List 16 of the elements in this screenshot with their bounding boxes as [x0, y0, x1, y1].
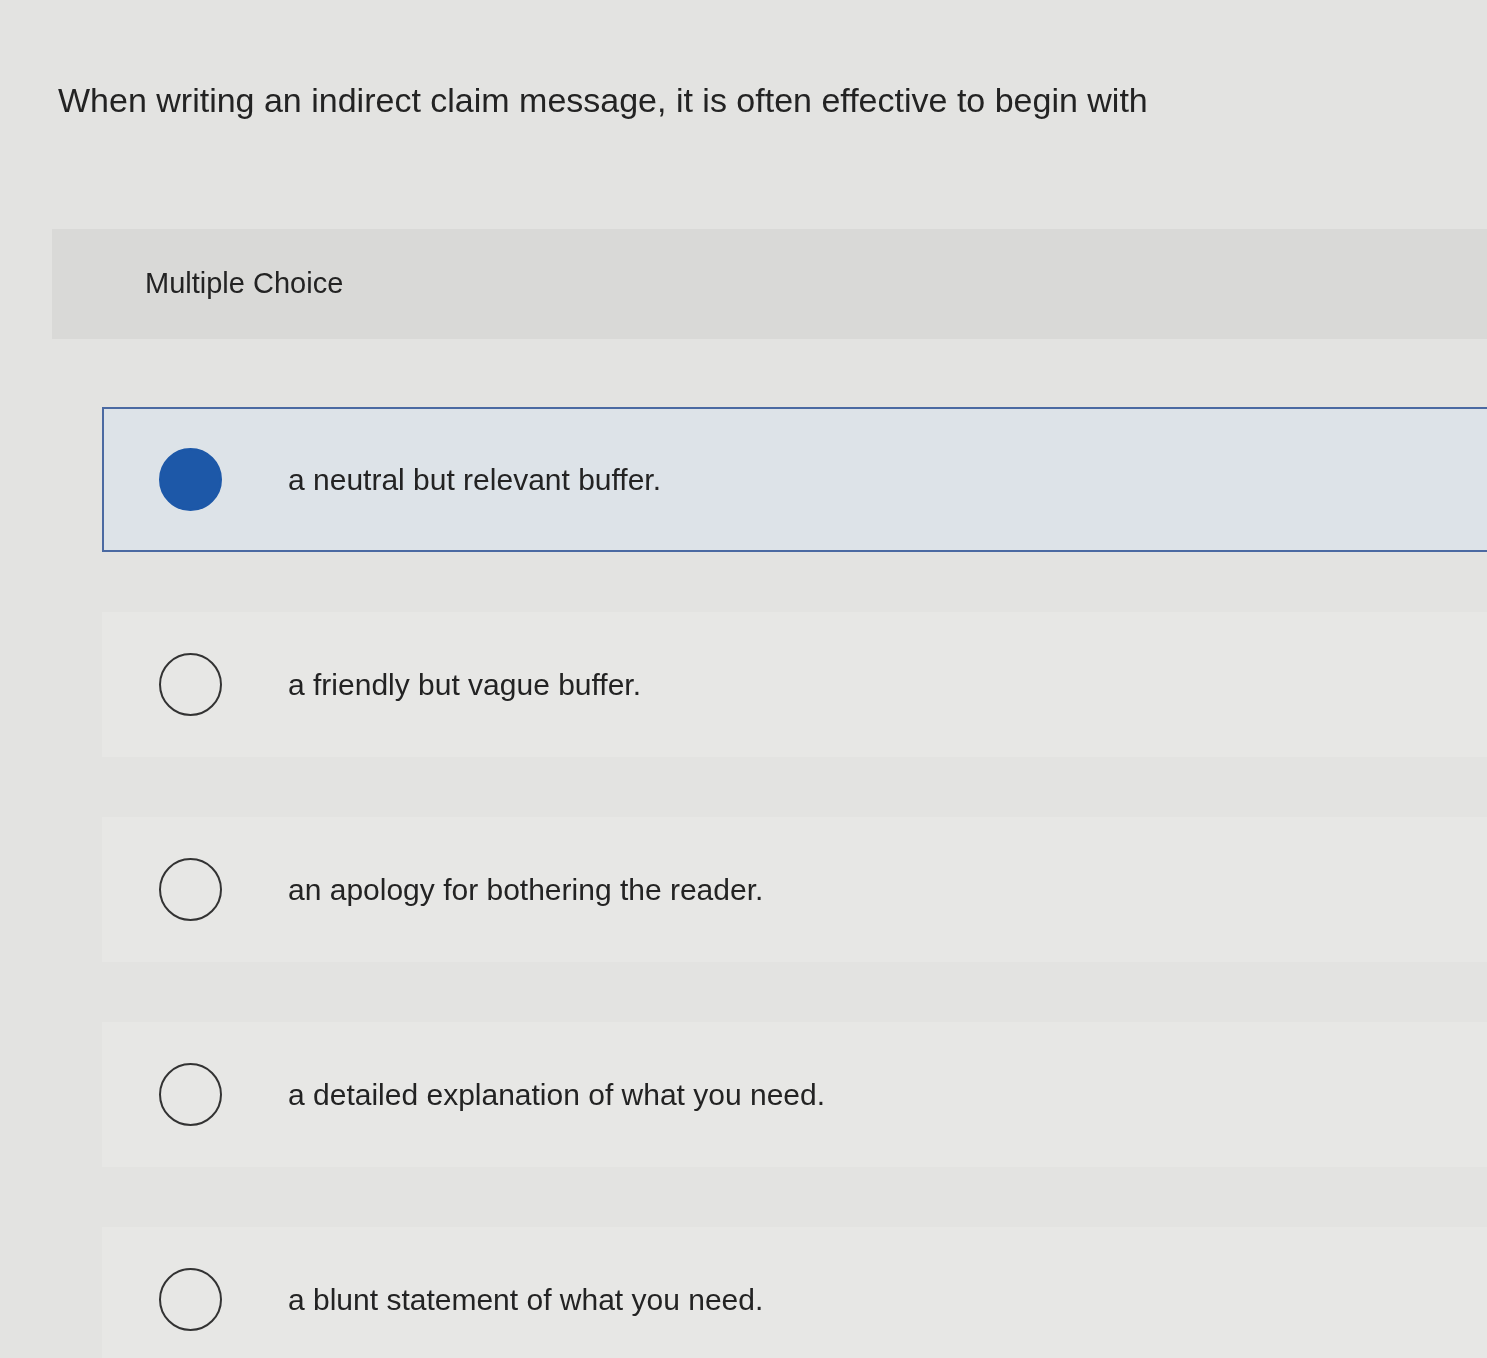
radio-button[interactable]: [159, 1267, 222, 1331]
answer-option[interactable]: an apology for bothering the reader.: [102, 816, 1487, 962]
answer-option[interactable]: a friendly but vague buffer.: [102, 611, 1487, 757]
question-text: When writing an indirect claim message, it is often effective to begin with: [58, 80, 1148, 121]
answer-option[interactable]: a detailed explanation of what you need.: [102, 1021, 1487, 1167]
option-text: a detailed explanation of what you need.: [288, 1076, 826, 1113]
option-text: an apology for bothering the reader.: [288, 871, 764, 908]
radio-button[interactable]: [159, 1062, 222, 1126]
answer-option[interactable]: a blunt statement of what you need.: [102, 1226, 1487, 1358]
radio-button[interactable]: [159, 652, 222, 716]
option-text: a neutral but relevant buffer.: [288, 461, 662, 498]
radio-button[interactable]: [159, 857, 222, 921]
option-text: a friendly but vague buffer.: [288, 666, 642, 703]
answer-option[interactable]: a neutral but relevant buffer.: [102, 406, 1487, 552]
question-type-label: Multiple Choice: [145, 266, 344, 302]
option-text: a blunt statement of what you need.: [288, 1281, 764, 1318]
